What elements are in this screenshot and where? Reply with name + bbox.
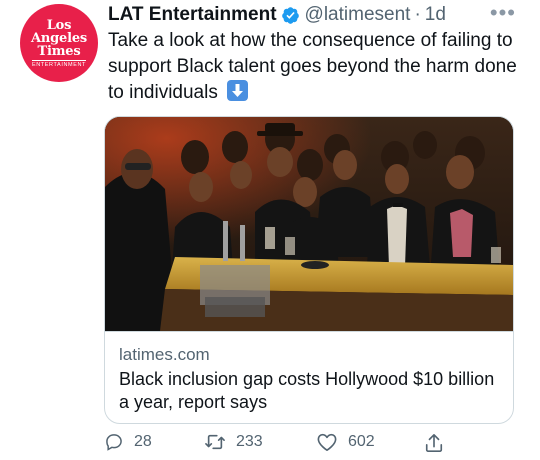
account-name[interactable]: LAT Entertainment xyxy=(108,4,277,26)
card-image[interactable] xyxy=(105,117,513,331)
retweet-count: 233 xyxy=(236,433,263,450)
heart-icon xyxy=(317,433,337,451)
separator-dot: · xyxy=(414,4,421,25)
tweet-text: Take a look at how the consequence of fa… xyxy=(108,28,518,106)
tweet-body: Take a look at how the consequence of fa… xyxy=(108,30,517,103)
tweet-actions: 28 233 602 xyxy=(104,432,514,456)
account-handle[interactable]: @latimesent xyxy=(305,4,411,26)
more-options-icon[interactable]: ••• xyxy=(490,0,516,26)
reply-button[interactable]: 28 xyxy=(104,432,152,452)
share-button[interactable] xyxy=(424,432,454,454)
tweet-header: LAT Entertainment @latimesent · 1d ••• xyxy=(108,0,524,26)
down-arrow-emoji-icon xyxy=(227,80,249,101)
avatar-logo-subtitle: ENTERTAINMENT xyxy=(31,59,87,68)
card-info[interactable]: latimes.com Black inclusion gap costs Ho… xyxy=(105,331,513,423)
timestamp[interactable]: 1d xyxy=(425,4,446,26)
verified-badge-icon xyxy=(281,6,300,25)
avatar-logo-line-1: Los xyxy=(46,17,72,33)
card-domain: latimes.com xyxy=(119,345,210,364)
avatar-logo-line-2: Angeles xyxy=(30,30,88,46)
like-button[interactable]: 602 xyxy=(316,432,375,452)
avatar[interactable]: Los Angeles Times ENTERTAINMENT xyxy=(20,4,98,82)
retweet-button[interactable]: 233 xyxy=(204,432,263,452)
retweet-icon xyxy=(205,434,225,450)
share-icon xyxy=(425,434,443,452)
card-headline: Black inclusion gap costs Hollywood $10 … xyxy=(119,369,495,412)
link-card[interactable]: latimes.com Black inclusion gap costs Ho… xyxy=(104,116,514,424)
reply-count: 28 xyxy=(134,433,152,450)
reply-icon xyxy=(106,434,122,451)
avatar-logo-line-3: Times xyxy=(37,43,81,59)
like-count: 602 xyxy=(348,433,375,450)
